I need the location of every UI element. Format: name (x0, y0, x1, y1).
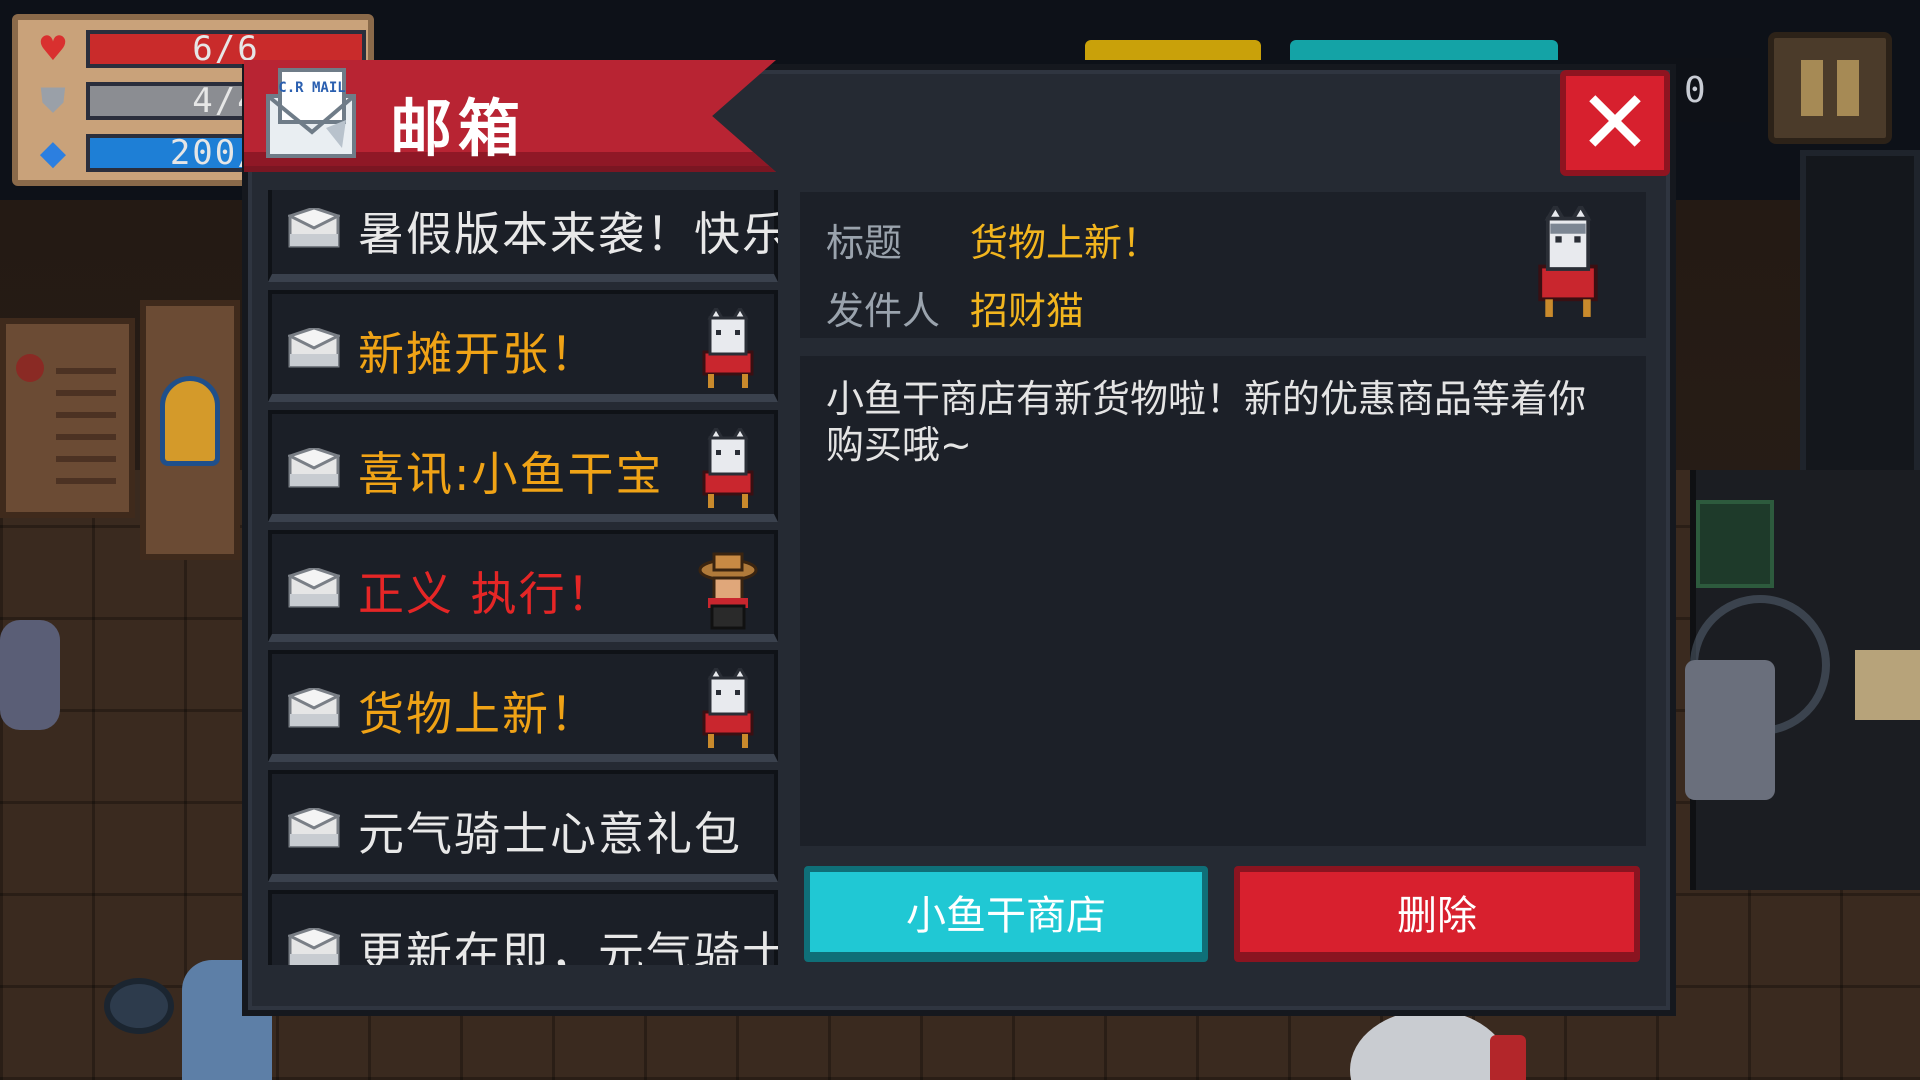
envelope-icon (286, 206, 342, 248)
envelope-icon (286, 326, 342, 368)
mailbox-title: 邮箱 (390, 92, 527, 165)
mail-item-label: 元气骑士心意礼包 (358, 807, 742, 861)
pause-button[interactable] (1768, 32, 1892, 144)
mail-body: 小鱼干商店有新货物啦！新的优惠商品等着你购买哦~ (800, 356, 1646, 846)
envelope-icon (286, 806, 342, 848)
sender-value: 招财猫 (970, 289, 1085, 333)
mail-list-item[interactable]: 暑假版本来袭！快乐 (268, 190, 778, 282)
mail-envelope-icon: C.R MAIL (266, 68, 356, 158)
delete-button[interactable]: 删除 (1234, 866, 1640, 962)
clay-pot (104, 978, 174, 1034)
mail-list-item[interactable]: 新摊开张！ (268, 290, 778, 402)
shield-icon: ⛊ (40, 81, 66, 121)
sender-avatar-icon (1538, 206, 1598, 317)
envelope-icon (286, 566, 342, 608)
mail-list-item[interactable]: 喜讯:小鱼干宝 (268, 410, 778, 522)
title-key: 标题 (826, 221, 903, 265)
mail-item-label: 暑假版本来袭！快乐 (358, 207, 778, 261)
mail-item-label: 更新在即，元气骑士 (358, 927, 778, 965)
envelope-icon (286, 446, 342, 488)
gold-indicator (1085, 40, 1261, 60)
mail-item-label: 喜讯:小鱼干宝 (358, 447, 664, 501)
close-button[interactable]: ✕ (1560, 70, 1670, 176)
mail-item-label: 新摊开张！ (358, 327, 598, 381)
close-icon: ✕ (1578, 71, 1652, 174)
diamond-icon: ◆ (39, 133, 67, 173)
lucky-cat-avatar-icon (698, 425, 758, 512)
pause-bar-left (1801, 60, 1823, 116)
fish-shop-button[interactable]: 小鱼干商店 (804, 866, 1208, 962)
cowboy-avatar-icon (698, 548, 758, 632)
doorway (1800, 150, 1920, 510)
sender-key: 发件人 (826, 289, 941, 333)
mail-list-item[interactable]: 货物上新！ (268, 650, 778, 762)
side-panel (1855, 650, 1920, 720)
mail-item-label: 正义 执行！ (358, 567, 615, 621)
mail-item-label: 货物上新！ (358, 687, 598, 741)
envelope-icon (286, 686, 342, 728)
wall-mural (0, 318, 135, 518)
creature-npc (0, 620, 60, 730)
title-value: 货物上新！ (970, 221, 1161, 265)
lucky-cat-avatar-icon (698, 305, 758, 392)
pharaoh-head (160, 376, 220, 466)
pharaoh-statue (140, 300, 240, 560)
mail-list-item[interactable]: 更新在即，元气骑士 (268, 890, 778, 965)
cyan-indicator (1290, 40, 1558, 60)
mail-list-item[interactable]: 正义 执行！ (268, 530, 778, 642)
mail-icon-text: C.R MAIL (278, 80, 345, 96)
mail-detail-header: 标题 货物上新！ 发件人 招财猫 (800, 192, 1646, 338)
pause-bar-right (1837, 60, 1859, 116)
mail-list-item[interactable]: 元气骑士心意礼包 (268, 770, 778, 882)
potion-bottle (1490, 1035, 1526, 1080)
mail-list[interactable]: 暑假版本来袭！快乐 新摊开张！ 喜讯:小鱼干宝 正义 执行！ 货物上新！ 元气骑士心意礼包… (268, 190, 778, 965)
envelope-icon (286, 926, 342, 965)
lucky-cat-avatar-icon (698, 665, 758, 752)
player-character (1685, 660, 1775, 800)
heart-icon: ♥ (37, 29, 69, 69)
